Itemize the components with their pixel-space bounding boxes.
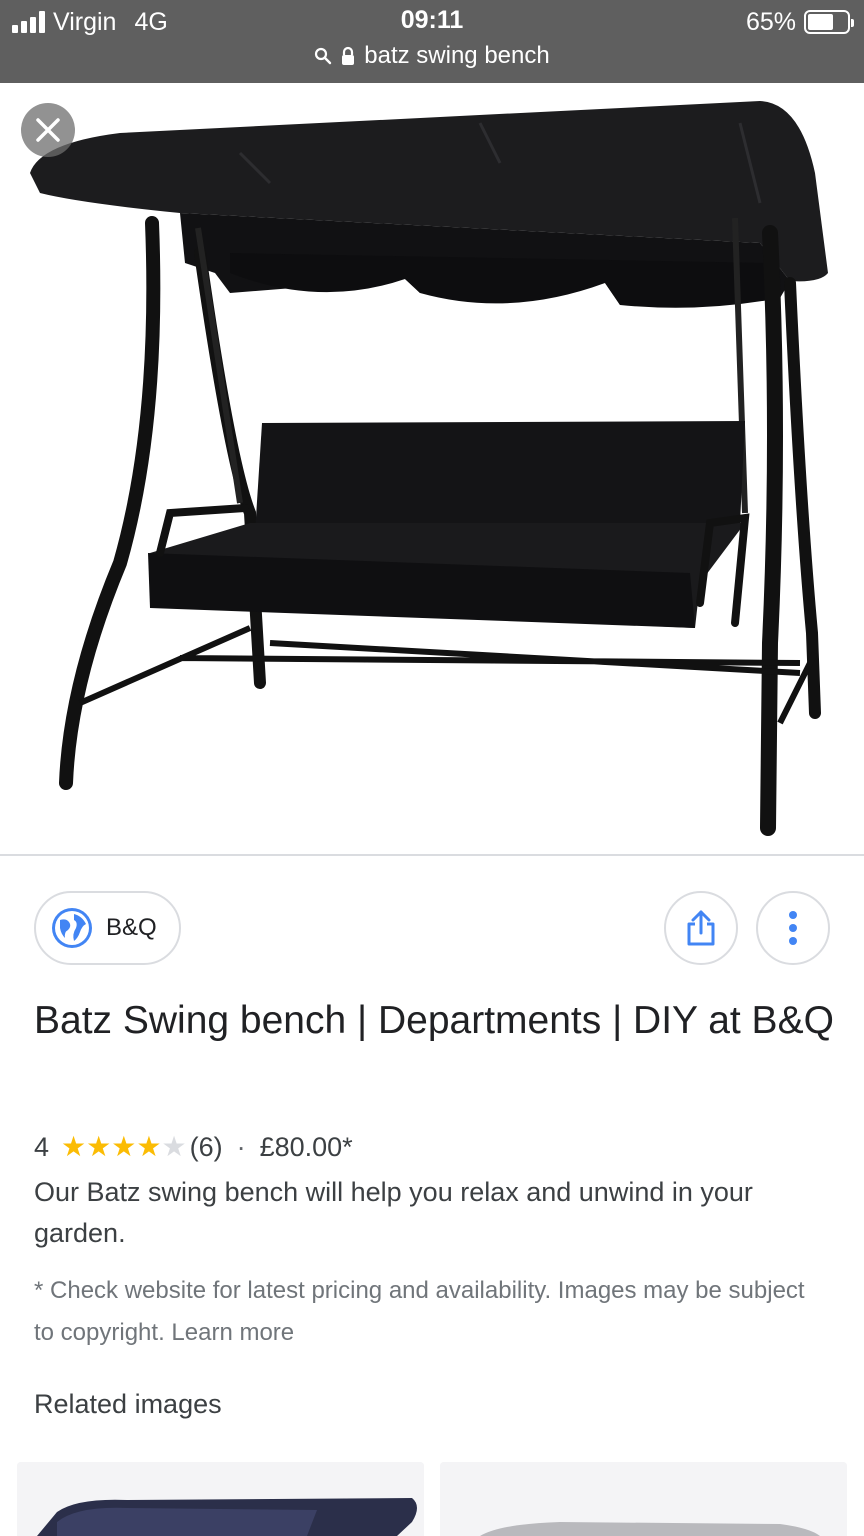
globe-icon [52,908,92,948]
disclaimer-text: * Check website for latest pricing and a… [34,1277,805,1346]
related-image-2[interactable] [440,1462,847,1536]
more-vert-icon [789,911,797,945]
lock-icon [342,46,355,65]
battery-level-fill [808,14,833,30]
url-query: batz swing bench [364,42,550,69]
learn-more-link[interactable]: Learn more [171,1319,294,1346]
share-button[interactable] [664,891,738,965]
source-chip[interactable]: B&Q [34,891,181,965]
star-empty-icon: ★ [161,1131,187,1162]
search-icon [315,47,332,65]
related-images-heading: Related images [34,1389,222,1419]
star-filled-icon: ★ [61,1131,87,1162]
browser-top-bar: Virgin 4G 09:11 65% batz swing bench [0,0,864,83]
more-options-button[interactable] [756,891,830,965]
url-bar[interactable]: batz swing bench [0,40,864,72]
battery-icon [804,10,854,34]
result-title[interactable]: Batz Swing bench | Departments | DIY at … [34,990,834,1052]
result-description: Our Batz swing bench will help you relax… [34,1177,753,1248]
close-icon [36,118,60,142]
review-count: (6) [189,1131,223,1162]
disclaimer: * Check website for latest pricing and a… [34,1270,824,1354]
rating-stars: ★ ★ ★ ★ ★ [61,1133,187,1161]
related-image-1[interactable] [17,1462,424,1536]
share-icon [687,910,715,946]
price: £80.00* [259,1131,353,1162]
star-filled-icon: ★ [86,1131,112,1162]
rating-price-row: 4 ★ ★ ★ ★ ★ (6) · £80.00* [34,1127,353,1167]
rating-value: 4 [34,1131,50,1162]
separator-dot: · [236,1131,246,1162]
related-swing-thumbnail [17,1462,424,1536]
battery-percentage: 65% [745,7,796,36]
swing-bench-image [30,101,828,836]
related-swing-thumbnail [440,1462,847,1536]
star-filled-icon: ★ [136,1131,162,1162]
status-time: 09:11 [400,6,464,34]
source-name: B&Q [106,914,157,941]
status-right: 65% [745,6,854,38]
product-image[interactable] [0,83,864,856]
close-button[interactable] [21,103,75,157]
star-filled-icon: ★ [111,1131,137,1162]
